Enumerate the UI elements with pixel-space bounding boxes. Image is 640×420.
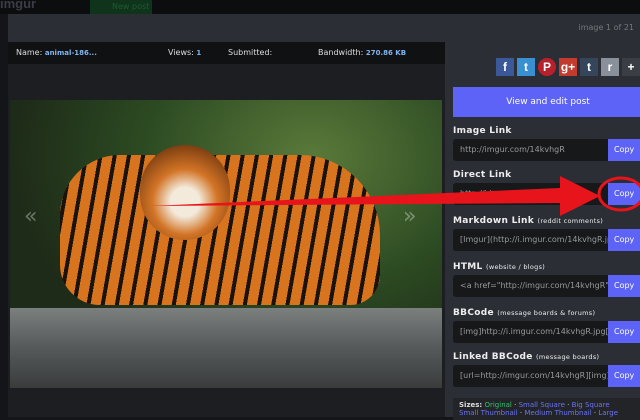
bandwidth-info: Bandwidth: 270.86 KB xyxy=(318,48,406,57)
link-input[interactable]: [Imgur](http://i.imgur.com/14kvhgR.jpg) xyxy=(453,229,608,251)
link-input[interactable]: http://imgur.com/14kvhgR xyxy=(453,139,608,161)
tiger-photo xyxy=(10,100,442,388)
image-counter: image 1 of 21 xyxy=(578,23,634,32)
twitter-icon[interactable]: t xyxy=(517,58,535,76)
link-label: Markdown Link (reddit comments) xyxy=(453,216,603,226)
size-small-square-link[interactable]: Small Square xyxy=(519,401,565,409)
share-buttons: f t P g+ t r + xyxy=(496,58,640,76)
pinterest-icon[interactable]: P xyxy=(538,58,556,76)
link-title: Direct Link xyxy=(453,170,512,180)
sizes-line-1: Sizes: Original · Small Square · Big Squ… xyxy=(459,401,610,409)
facebook-icon[interactable]: f xyxy=(496,58,514,76)
copy-button[interactable]: Copy xyxy=(608,321,640,343)
link-label: BBCode (message boards & forums) xyxy=(453,308,595,318)
top-bar: imgur New post xyxy=(0,0,640,14)
link-title: Markdown Link xyxy=(453,216,535,226)
link-input[interactable]: <a href="http://imgur.com/14kvhgR"> xyxy=(453,275,608,297)
link-label: Image Link xyxy=(453,126,512,136)
submitted-label: Submitted: xyxy=(228,48,273,57)
share-panel: f t P g+ t r + View and edit post Image … xyxy=(445,42,640,420)
views-count: 1 xyxy=(196,49,202,57)
size-small-thumbnail-link[interactable]: Small Thumbnail xyxy=(459,409,518,417)
link-title: Image Link xyxy=(453,126,512,136)
imgur-logo[interactable]: imgur xyxy=(0,0,36,11)
copy-button[interactable]: Copy xyxy=(608,229,640,251)
link-input[interactable]: [url=http://imgur.com/14kvhgR][img] xyxy=(453,365,608,387)
image-name: animal-186... xyxy=(44,49,97,57)
tumblr-icon[interactable]: t xyxy=(580,58,598,76)
views-label: Views: xyxy=(168,48,194,57)
copy-button[interactable]: Copy xyxy=(608,183,640,205)
size-big-square-link[interactable]: Big Square xyxy=(572,401,610,409)
bandwidth-label: Bandwidth: xyxy=(318,48,364,57)
bandwidth-value: 270.86 KB xyxy=(365,49,407,57)
name-label: Name: xyxy=(16,48,43,57)
name-info: Name: animal-186... xyxy=(16,48,97,57)
google-plus-icon[interactable]: g+ xyxy=(559,58,577,76)
copy-button[interactable]: Copy xyxy=(608,365,640,387)
next-arrow-icon[interactable]: » xyxy=(403,204,416,229)
modal-header: image 1 of 21 xyxy=(8,14,640,42)
image-modal: image 1 of 21 Name: animal-186... Views:… xyxy=(8,14,640,420)
link-note: (website / blogs) xyxy=(486,263,546,271)
size-large-link[interactable]: Large xyxy=(598,409,618,417)
tiger-head xyxy=(140,145,230,240)
link-title: HTML xyxy=(453,262,483,272)
link-note: (reddit comments) xyxy=(537,217,604,225)
link-input[interactable]: http://i.imgur.com/14kvhgR.jpg xyxy=(453,183,608,205)
new-post-button[interactable]: New post xyxy=(90,0,152,14)
size-original-link[interactable]: Original xyxy=(484,401,511,409)
prev-arrow-icon[interactable]: « xyxy=(24,204,37,229)
link-title: BBCode xyxy=(453,308,494,318)
link-title: Linked BBCode xyxy=(453,352,533,362)
sizes-line-2: Small Thumbnail · Medium Thumbnail · Lar… xyxy=(459,409,619,417)
link-label: Linked BBCode (message boards) xyxy=(453,352,599,362)
image-viewer: « » xyxy=(8,64,445,417)
image-info-bar: Name: animal-186... Views: 1 Submitted: … xyxy=(8,42,445,64)
reddit-icon[interactable]: r xyxy=(601,58,619,76)
views-info: Views: 1 xyxy=(168,48,201,57)
copy-button[interactable]: Copy xyxy=(608,275,640,297)
more-share-icon[interactable]: + xyxy=(622,58,640,76)
link-note: (message boards) xyxy=(536,353,600,361)
link-note: (message boards & forums) xyxy=(497,309,596,317)
link-input[interactable]: [img]http://i.imgur.com/14kvhgR.jpg[/img… xyxy=(453,321,608,343)
rock xyxy=(10,308,442,388)
link-label: HTML (website / blogs) xyxy=(453,262,545,272)
sizes-label: Sizes: xyxy=(459,401,483,409)
size-medium-thumbnail-link[interactable]: Medium Thumbnail xyxy=(524,409,591,417)
view-edit-post-button[interactable]: View and edit post xyxy=(453,87,640,117)
link-label: Direct Link xyxy=(453,170,511,180)
copy-button[interactable]: Copy xyxy=(608,139,640,161)
